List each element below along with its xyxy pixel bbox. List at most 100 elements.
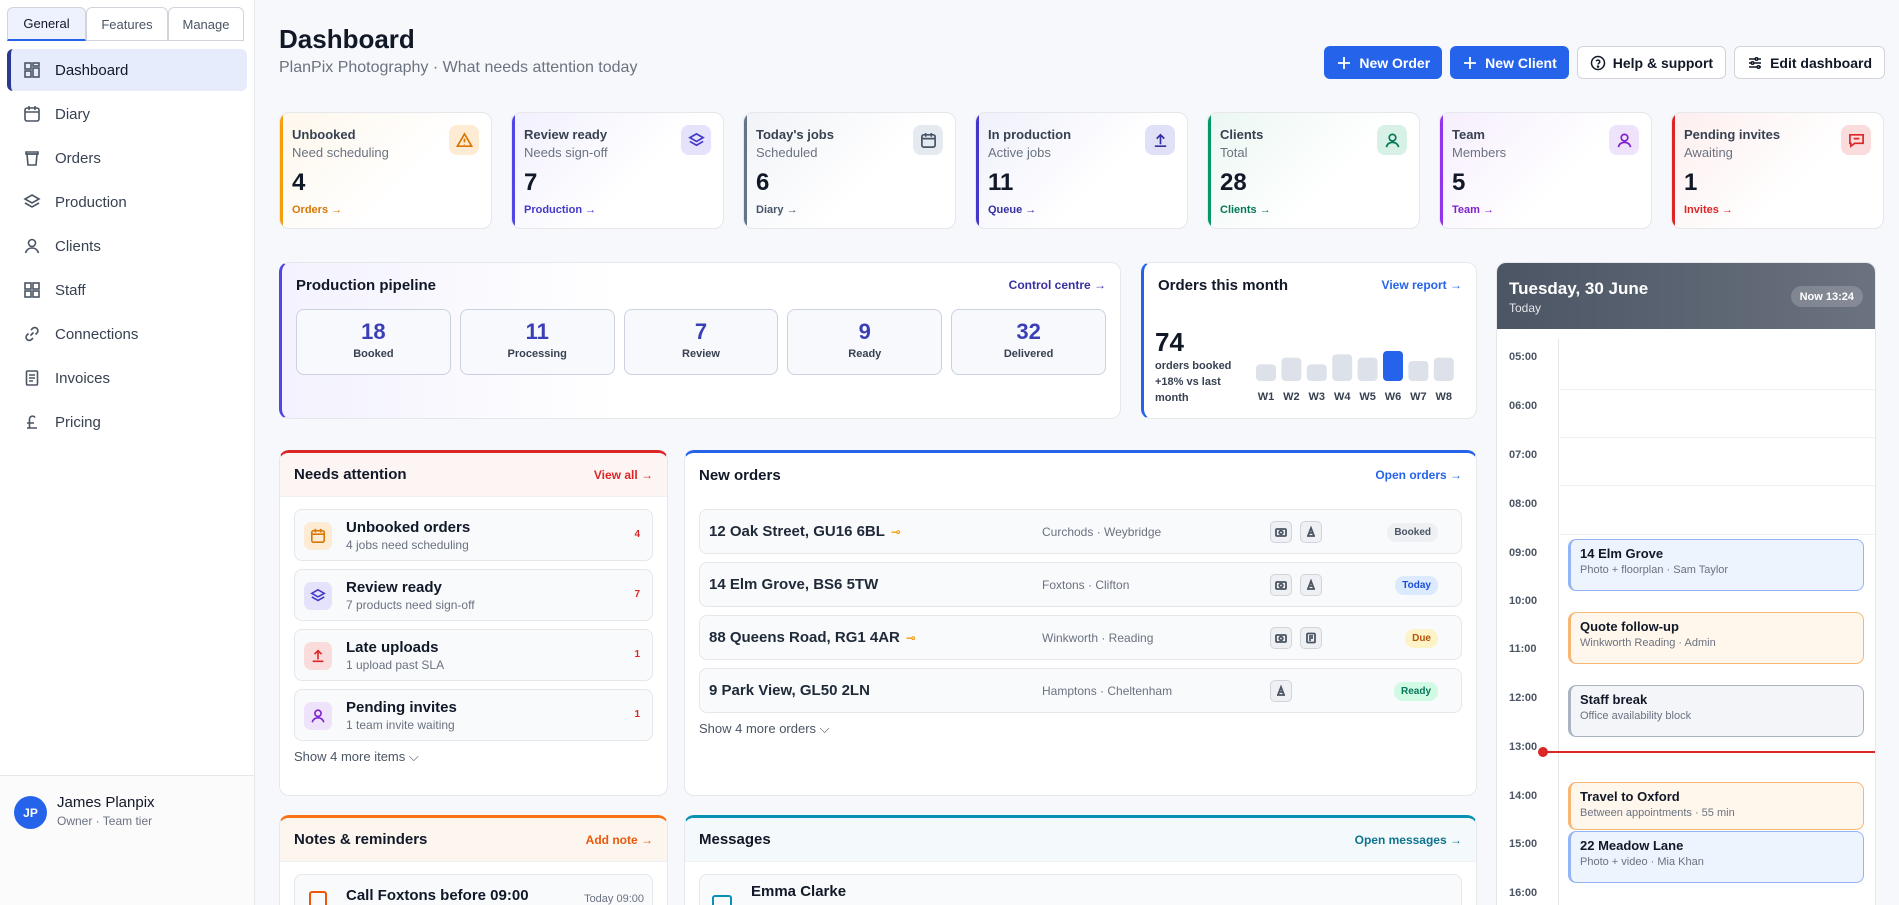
view-all-link[interactable]: View all → [594, 468, 653, 482]
stat-accent [744, 113, 747, 228]
stat-link[interactable]: Queue → [988, 204, 1036, 216]
card-header: Production pipeline Control centre → [282, 263, 1120, 307]
stat-subtitle: Need scheduling [292, 145, 389, 160]
open-messages-link[interactable]: Open messages → [1355, 833, 1462, 847]
attention-item[interactable]: Pending invites 1 team invite waiting 1 [294, 689, 653, 741]
card-header: Needs attention View all → [280, 453, 667, 497]
pipeline-stage[interactable]: 18 Booked [296, 309, 451, 375]
sidebar-item-production[interactable]: Production [7, 181, 247, 223]
open-orders-link[interactable]: Open orders → [1375, 468, 1462, 482]
sidebar-item-staff[interactable]: Staff [7, 269, 247, 311]
stat-subtitle: Needs sign-off [524, 145, 608, 160]
chart-bar [1383, 351, 1403, 381]
diary-event[interactable]: Quote follow-up Winkworth Reading · Admi… [1568, 612, 1864, 664]
pipeline-stage[interactable]: 32 Delivered [951, 309, 1106, 375]
order-client: Foxtons · Clifton [1042, 578, 1130, 592]
stat-link[interactable]: Clients → [1220, 204, 1271, 216]
show-more-orders-button[interactable]: Show 4 more orders ⌵ [685, 721, 1476, 737]
stat-link[interactable]: Production → [524, 204, 596, 216]
order-row[interactable]: 12 Oak Street, GU16 6BL ⊸ Curchods · Weyb… [699, 509, 1462, 554]
view-report-link[interactable]: View report → [1382, 278, 1462, 292]
control-centre-link[interactable]: Control centre → [1009, 278, 1106, 292]
floorplan-icon [1300, 521, 1322, 543]
hour-label: 12:00 [1509, 692, 1538, 704]
sidebar-item-clients[interactable]: Clients [7, 225, 247, 267]
sidebar-item-invoices[interactable]: Invoices [7, 357, 247, 399]
stat-card-review[interactable]: Review ready Needs sign-off 7 Production… [511, 112, 724, 229]
stat-card-invites[interactable]: Pending invites Awaiting 1 Invites → [1671, 112, 1884, 229]
order-row[interactable]: 14 Elm Grove, BS6 5TW Foxtons · Clifton … [699, 562, 1462, 607]
stat-card-unbooked[interactable]: Unbooked Need scheduling 4 Orders → [279, 112, 492, 229]
pipeline-stage[interactable]: 7 Review [623, 309, 779, 375]
sidebar-item-label: Orders [55, 149, 101, 167]
help-button[interactable]: Help & support [1576, 46, 1727, 79]
stat-link[interactable]: Diary → [756, 204, 798, 216]
diary-today-label: Today [1509, 301, 1542, 315]
message-item[interactable]: Emma Clarke [699, 874, 1462, 905]
order-row[interactable]: 88 Queens Road, RG1 4AR ⊸ Winkworth · Rea… [699, 615, 1462, 660]
pipeline-stage[interactable]: 9 Ready [787, 309, 943, 375]
attention-item[interactable]: Late uploads 1 upload past SLA 1 [294, 629, 653, 681]
orders-this-month-card: Orders this month View report → 74 order… [1141, 262, 1477, 419]
edit-dashboard-label: Edit dashboard [1770, 54, 1872, 71]
new-client-button[interactable]: New Client [1450, 46, 1569, 79]
user-profile[interactable]: JP James Planpix Owner · Team tier [0, 775, 254, 905]
new-order-button[interactable]: New Order [1324, 46, 1443, 79]
stat-link[interactable]: Orders → [292, 204, 342, 216]
diary-event[interactable]: Staff break Office availability block [1568, 685, 1864, 737]
tab-general[interactable]: General [7, 7, 86, 41]
now-badge: Now 13:24 [1790, 286, 1863, 307]
pipeline-stage[interactable]: 11 Processing [459, 309, 615, 375]
diary-event[interactable]: 22 Meadow Lane Photo + video · Mia Khan [1568, 831, 1864, 883]
grid-icon [24, 282, 40, 298]
orders-bar-chart: W1 W2 W3 W4 W5 W6 W7 W8 [1256, 351, 1454, 403]
sidebar-item-label: Diary [55, 105, 91, 123]
sidebar-item-label: Clients [55, 237, 101, 255]
attention-title: Pending invites [346, 699, 457, 716]
sidebar-item-pricing[interactable]: Pricing [7, 401, 247, 443]
chart-tick-label: W3 [1309, 391, 1326, 403]
order-row[interactable]: 9 Park View, GL50 2LN Hamptons · Chelten… [699, 668, 1462, 713]
tab-features[interactable]: Features [86, 7, 168, 41]
sidebar-item-diary[interactable]: Diary [7, 93, 247, 135]
stat-value: 5 [1452, 169, 1466, 196]
diary-event[interactable]: 14 Elm Grove Photo + floorplan · Sam Tay… [1568, 539, 1864, 591]
user-icon [1377, 125, 1407, 155]
order-client: Curchods · Weybridge [1042, 525, 1162, 539]
stat-title: Pending invites [1684, 127, 1781, 142]
note-time: Today 09:00 [584, 893, 644, 905]
stat-subtitle: Scheduled [756, 145, 818, 160]
diary-event[interactable]: Travel to Oxford Between appointments · … [1568, 782, 1864, 830]
notes-card: Notes & reminders Add note → Call Foxton… [279, 815, 668, 905]
layers-icon [23, 194, 41, 208]
stat-card-team[interactable]: Team Members 5 Team → [1439, 112, 1652, 229]
message-icon [712, 895, 732, 905]
upload-icon [1145, 125, 1175, 155]
edit-dashboard-button[interactable]: Edit dashboard [1734, 46, 1885, 79]
sidebar-item-dashboard[interactable]: Dashboard [7, 49, 247, 91]
calendar-icon [304, 522, 332, 550]
camera-icon [1270, 521, 1292, 543]
tab-manage[interactable]: Manage [168, 7, 244, 41]
attention-item[interactable]: Review ready 7 products need sign-off 7 [294, 569, 653, 621]
production-pipeline-card: Production pipeline Control centre → 18 B… [279, 262, 1121, 419]
note-title: Call Foxtons before 09:00 [346, 887, 529, 904]
stat-link[interactable]: Team → [1452, 204, 1494, 216]
status-badge: Due [1405, 629, 1438, 648]
note-item[interactable]: Call Foxtons before 09:00 Today 09:00 [294, 874, 653, 905]
add-note-link[interactable]: Add note → [586, 833, 653, 847]
card-header: New orders Open orders → [685, 453, 1476, 497]
stat-card-clients[interactable]: Clients Total 28 Clients → [1207, 112, 1420, 229]
stat-link[interactable]: Invites → [1684, 204, 1733, 216]
sidebar-item-orders[interactable]: Orders [7, 137, 247, 179]
show-more-items-button[interactable]: Show 4 more items ⌵ [280, 749, 667, 765]
attention-item[interactable]: Unbooked orders 4 jobs need scheduling 4 [294, 509, 653, 561]
hour-label: 11:00 [1509, 643, 1537, 655]
message-sender: Emma Clarke [751, 883, 847, 900]
stat-card-today[interactable]: Today's jobs Scheduled 6 Diary → [743, 112, 956, 229]
camera-icon [1270, 627, 1292, 649]
sidebar-item-connections[interactable]: Connections [7, 313, 247, 355]
stat-card-production[interactable]: In production Active jobs 11 Queue → [975, 112, 1188, 229]
attention-count: 1 [634, 709, 640, 720]
orders-caption: orders booked +18% vs last month [1155, 360, 1232, 404]
